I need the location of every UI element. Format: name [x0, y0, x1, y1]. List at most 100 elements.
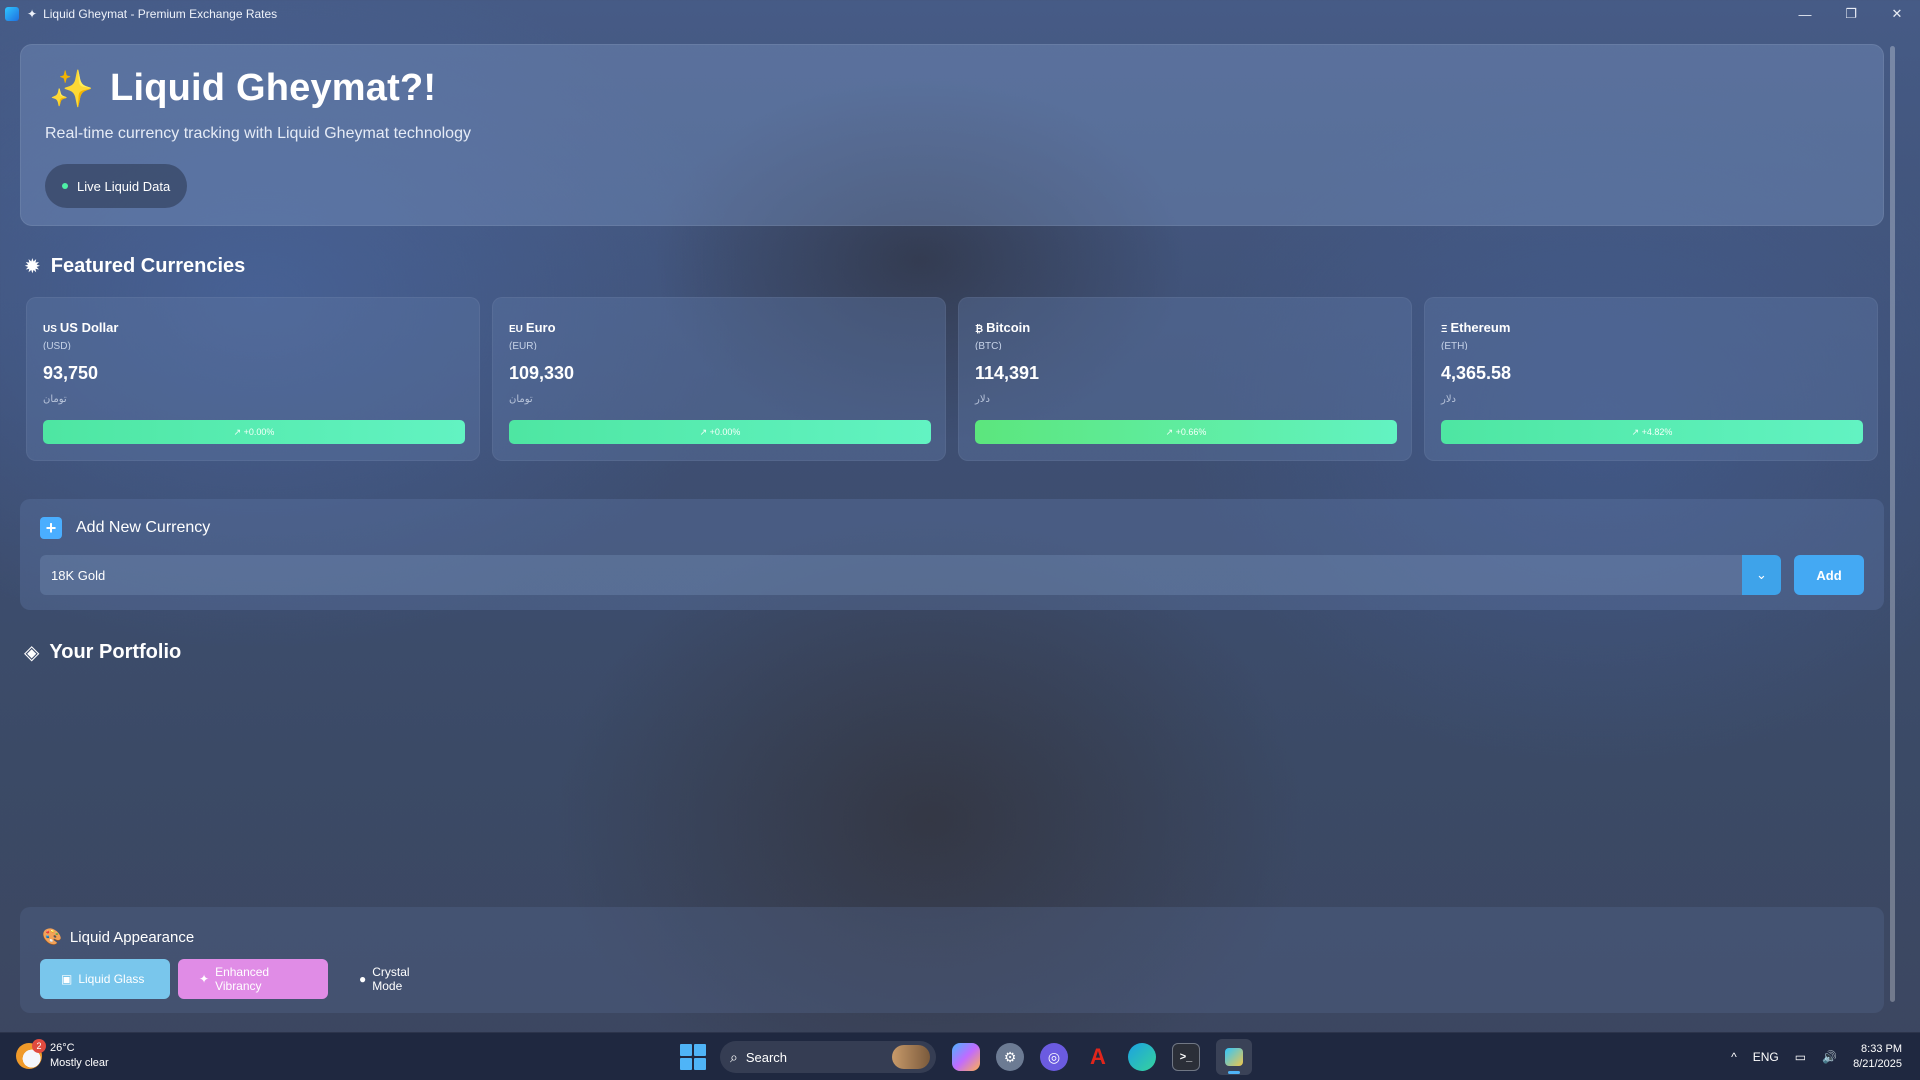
browser-app-icon[interactable]: ◎ — [1040, 1043, 1068, 1071]
weather-widget[interactable]: 2 26°C Mostly clear — [16, 1039, 109, 1071]
crystal-icon: ● — [359, 972, 367, 986]
copilot-icon[interactable] — [952, 1043, 980, 1071]
featured-section-title: ✹ Featured Currencies — [24, 254, 245, 279]
change-badge: ↗ +0.00% — [43, 420, 465, 444]
currency-card-eur[interactable]: EU Euro (EUR) 109,330 تومان ↗ +0.00% — [492, 297, 946, 461]
currency-value: 114,391 — [975, 363, 1040, 383]
clock[interactable]: 8:33 PM 8/21/2025 — [1853, 1042, 1902, 1072]
app-icon — [1225, 1048, 1243, 1066]
change-badge: ↗ +4.82% — [1441, 420, 1863, 444]
weather-text: 26°C Mostly clear — [50, 1041, 109, 1071]
terminal-icon[interactable]: >_ — [1172, 1043, 1200, 1071]
featured-currency-list: US US Dollar (USD) 93,750 تومان ↗ +0.00% … — [26, 297, 1878, 461]
weather-temp: 26°C — [50, 1042, 75, 1054]
chevron-down-icon[interactable]: ⌄ — [1742, 555, 1781, 595]
currency-code: (BTC) — [975, 341, 1002, 350]
liquid-gheymat-app-icon[interactable] — [1216, 1039, 1252, 1075]
volume-icon[interactable]: 🔊 — [1822, 1050, 1837, 1064]
network-icon[interactable]: ▭ — [1795, 1050, 1806, 1064]
window-title: Liquid Gheymat - Premium Exchange Rates — [43, 7, 278, 21]
currency-unit: تومان — [43, 394, 67, 405]
appearance-title-text: Liquid Appearance — [69, 928, 195, 946]
flag-icon: US — [43, 324, 57, 335]
portfolio-title-text: Your Portfolio — [49, 641, 182, 663]
currency-name-text: US Dollar — [59, 320, 119, 335]
currency-card-usd[interactable]: US US Dollar (USD) 93,750 تومان ↗ +0.00% — [26, 297, 480, 461]
currency-name: EU Euro — [509, 320, 556, 335]
add-currency-title: + Add New Currency — [40, 517, 210, 539]
minimize-button[interactable]: — — [1782, 0, 1828, 28]
mode-label: Liquid Glass — [78, 972, 145, 986]
crystal-mode-button[interactable]: ● Crystal Mode — [338, 959, 458, 999]
currency-value: 4,365.58 — [1441, 363, 1512, 383]
currency-name: ₿ Bitcoin — [975, 320, 1030, 335]
clock-time: 8:33 PM — [1861, 1043, 1902, 1055]
glass-icon: ▣ — [61, 972, 73, 986]
currency-name-text: Ethereum — [1450, 320, 1511, 335]
weather-condition: Mostly clear — [50, 1057, 109, 1069]
page-title: ✨ Liquid Gheymat?! — [49, 67, 436, 110]
language-indicator[interactable]: ENG — [1753, 1050, 1779, 1064]
adobe-icon[interactable]: A — [1084, 1043, 1112, 1071]
plus-icon: + — [40, 517, 62, 539]
add-currency-title-text: Add New Currency — [76, 519, 211, 536]
currency-value: 93,750 — [43, 363, 99, 383]
page-subtitle: Real-time currency tracking with Liquid … — [45, 125, 471, 142]
mode-label: Crystal Mode — [372, 965, 410, 993]
chevron-up-icon[interactable]: ^ — [1731, 1050, 1737, 1064]
currency-name: US US Dollar — [43, 320, 118, 335]
app-header: ✨ Liquid Gheymat?! Real-time currency tr… — [20, 44, 1884, 226]
currency-card-btc[interactable]: ₿ Bitcoin (BTC) 114,391 دلار ↗ +0.66% — [958, 297, 1412, 461]
taskbar: 2 26°C Mostly clear ⌕ Search ⚙ ◎ A >_ ^ … — [0, 1032, 1920, 1080]
change-badge: ↗ +0.66% — [975, 420, 1397, 444]
mode-label: Enhanced Vibrancy — [215, 965, 270, 993]
palette-icon: 🎨 — [42, 929, 62, 946]
liquid-glass-button[interactable]: ▣ Liquid Glass — [40, 959, 170, 999]
live-badge-label: Live Liquid Data — [77, 178, 171, 194]
live-dot-icon — [62, 183, 68, 189]
restore-button[interactable]: ❐ — [1828, 0, 1874, 28]
flag-icon: EU — [509, 324, 523, 335]
currency-code: (EUR) — [509, 341, 537, 350]
live-data-badge: Live Liquid Data — [45, 164, 188, 208]
taskbar-apps: ⌕ Search ⚙ ◎ A >_ — [680, 1033, 1252, 1080]
change-badge: ↗ +0.00% — [509, 420, 931, 444]
title-bar: ✦ Liquid Gheymat - Premium Exchange Rate… — [0, 0, 1920, 28]
currency-code: (USD) — [43, 341, 71, 350]
currency-card-eth[interactable]: Ξ Ethereum (ETH) 4,365.58 دلار ↗ +4.82% — [1424, 297, 1878, 461]
portfolio-section-title: ◈ Your Portfolio — [24, 640, 181, 665]
weather-icon: 2 — [16, 1039, 46, 1069]
system-tray: ^ ENG ▭ 🔊 8:33 PM 8/21/2025 — [1731, 1033, 1920, 1080]
enhanced-vibrancy-button[interactable]: ✦ Enhanced Vibrancy — [178, 959, 328, 999]
featured-title-text: Featured Currencies — [50, 255, 246, 277]
search-icon: ⌕ — [730, 1048, 738, 1065]
ethereum-icon: Ξ — [1441, 324, 1448, 335]
edge-icon[interactable] — [1128, 1043, 1156, 1071]
add-currency-panel: + Add New Currency 18K Gold ⌄ Add — [20, 499, 1884, 610]
appearance-panel: 🎨 Liquid Appearance ▣ Liquid Glass ✦ Enh… — [20, 907, 1884, 1013]
currency-unit: دلار — [1441, 394, 1456, 405]
appearance-title: 🎨 Liquid Appearance — [42, 927, 194, 947]
search-label: Search — [745, 1049, 788, 1065]
currency-unit: تومان — [509, 394, 533, 405]
currency-select[interactable]: 18K Gold — [40, 555, 1764, 595]
page-title-text: Liquid Gheymat?! — [110, 67, 437, 109]
close-button[interactable]: ✕ — [1874, 0, 1920, 28]
badge-icon: ✹ — [24, 256, 41, 278]
sparkle-icon: ✨ — [49, 67, 95, 109]
currency-value: 109,330 — [509, 363, 575, 383]
window-controls: — ❐ ✕ — [1782, 0, 1920, 28]
app-icon — [5, 7, 19, 21]
sparkle-icon: ✦ — [199, 972, 210, 986]
add-currency-button[interactable]: Add — [1794, 555, 1864, 595]
taskbar-search[interactable]: ⌕ Search — [720, 1041, 936, 1073]
currency-code: (ETH) — [1441, 341, 1468, 350]
diamond-icon: ◈ — [24, 642, 40, 664]
currency-name-text: Bitcoin — [986, 320, 1031, 335]
currency-name-text: Euro — [525, 320, 556, 335]
clock-date: 8/21/2025 — [1853, 1058, 1902, 1070]
currency-name: Ξ Ethereum — [1441, 320, 1510, 335]
scrollbar-thumb[interactable] — [1890, 46, 1895, 1002]
start-icon[interactable] — [680, 1044, 706, 1070]
settings-icon[interactable]: ⚙ — [996, 1043, 1024, 1071]
